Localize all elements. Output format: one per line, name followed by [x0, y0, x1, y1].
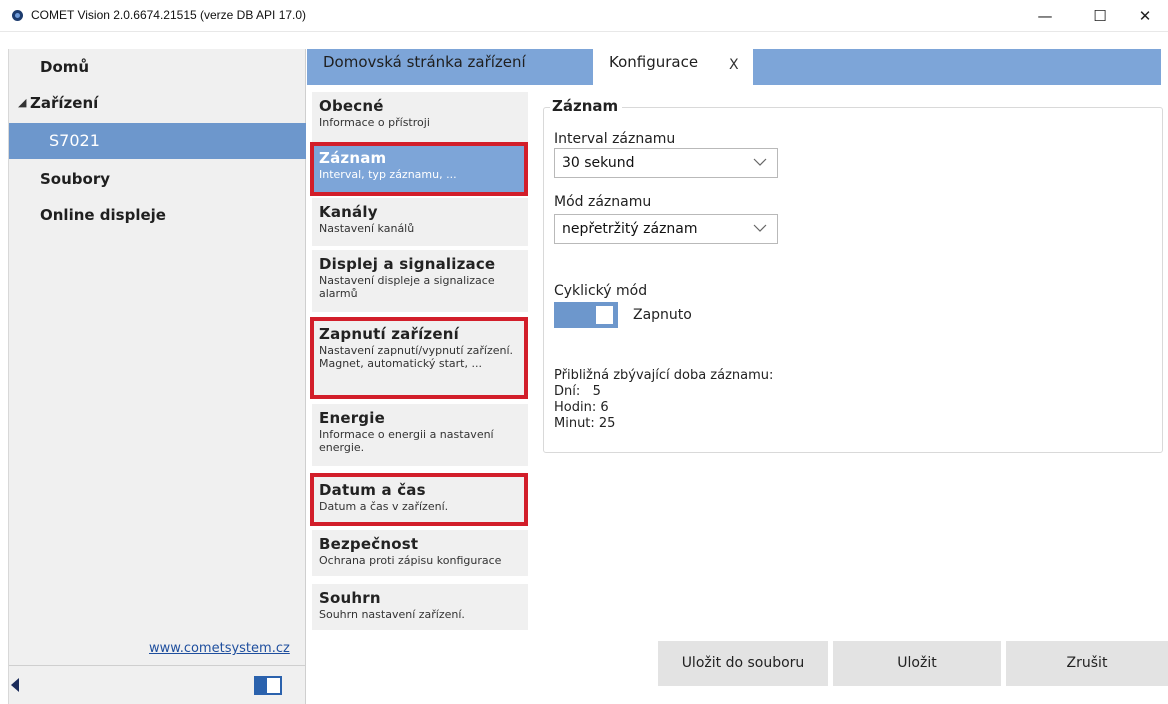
section-title: Displej a signalizace	[319, 255, 496, 273]
save-to-file-button[interactable]: Uložit do souboru	[658, 641, 828, 686]
website-link[interactable]: www.cometsystem.cz	[149, 641, 290, 656]
section-description: Nastavení displeje a signalizace alarmů	[319, 274, 495, 300]
panel-legend: Záznam	[550, 97, 623, 115]
sidebar-footer	[9, 665, 306, 704]
section-description: Datum a čas v zařízení.	[319, 500, 449, 513]
section-title: Energie	[319, 409, 385, 427]
minimize-button[interactable]: —	[1022, 0, 1068, 32]
cyclic-mode-label: Cyklický mód	[554, 283, 648, 299]
section-title: Souhrn	[319, 589, 381, 607]
section-description: Ochrana proti zápisu konfigurace	[319, 554, 502, 567]
cyclic-mode-toggle[interactable]	[554, 302, 618, 328]
collapse-left-icon[interactable]	[11, 678, 19, 692]
section-general[interactable]: Obecné Informace o přístroji	[312, 92, 528, 142]
section-title: Kanály	[319, 203, 378, 221]
save-button[interactable]: Uložit	[833, 641, 1001, 686]
chevron-down-icon	[753, 224, 767, 232]
remaining-hours: Hodin: 6	[554, 400, 609, 415]
sidebar-item-label: S7021	[49, 131, 100, 150]
section-description: Informace o energii a nastavení energie.	[319, 428, 494, 454]
toggle-state-label: Zapnuto	[633, 307, 692, 323]
sidebar-item-devices[interactable]: ◢ Zařízení	[9, 85, 306, 121]
section-title: Bezpečnost	[319, 535, 419, 553]
section-device-power-on[interactable]: Zapnutí zařízení Nastavení zapnutí/vypnu…	[312, 320, 528, 396]
section-description: Nastavení zapnutí/vypnutí zařízení. Magn…	[319, 344, 514, 370]
section-record[interactable]: Záznam Interval, typ záznamu, ...	[312, 144, 528, 194]
sidebar-item-device-s7021[interactable]: S7021	[9, 123, 306, 159]
sidebar-item-label: Domů	[40, 58, 90, 76]
section-description: Souhrn nastavení zařízení.	[319, 608, 465, 621]
close-window-button[interactable]: ✕	[1122, 0, 1168, 32]
sidebar-item-label: Zařízení	[30, 94, 99, 112]
panel-layout-icon[interactable]	[254, 676, 282, 695]
sidebar-item-label: Soubory	[40, 170, 111, 188]
section-security[interactable]: Bezpečnost Ochrana proti zápisu konfigur…	[312, 530, 528, 576]
interval-select[interactable]: 30 sekund	[554, 148, 778, 178]
section-description: Interval, typ záznamu, ...	[319, 168, 457, 181]
sidebar-item-files[interactable]: Soubory	[9, 161, 306, 197]
remaining-days: Dní: 5	[554, 384, 601, 399]
section-title: Zapnutí zařízení	[319, 325, 459, 343]
remaining-minutes: Minut: 25	[554, 416, 616, 431]
expand-triangle-icon[interactable]: ◢	[18, 85, 26, 121]
section-title: Záznam	[319, 149, 387, 167]
tab-strip: Domovská stránka zařízení Konfigurace X	[307, 49, 1161, 85]
app-icon	[12, 10, 23, 21]
tab-configuration[interactable]: Konfigurace X	[593, 49, 753, 85]
sidebar: Domů ◢ Zařízení S7021 Soubory Online dis…	[8, 49, 306, 704]
sidebar-item-online-displays[interactable]: Online displeje	[9, 197, 306, 233]
mode-select[interactable]: nepřetržitý záznam	[554, 214, 778, 244]
section-description: Informace o přístroji	[319, 116, 430, 129]
toggle-knob	[596, 306, 613, 324]
sidebar-item-home[interactable]: Domů	[9, 49, 306, 85]
section-description: Nastavení kanálů	[319, 222, 415, 235]
section-energy[interactable]: Energie Informace o energii a nastavení …	[312, 404, 528, 466]
section-channels[interactable]: Kanály Nastavení kanálů	[312, 198, 528, 246]
title-bar: COMET Vision 2.0.6674.21515 (verze DB AP…	[0, 0, 1168, 32]
sidebar-item-label: Online displeje	[40, 206, 166, 224]
section-title: Obecné	[319, 97, 384, 115]
maximize-button[interactable]: ☐	[1077, 0, 1123, 32]
chevron-down-icon	[753, 158, 767, 166]
remaining-time-label: Přibližná zbývající doba záznamu:	[554, 368, 774, 383]
mode-value: nepřetržitý záznam	[562, 221, 698, 237]
section-date-time[interactable]: Datum a čas Datum a čas v zařízení.	[312, 476, 528, 522]
cancel-button[interactable]: Zrušit	[1006, 641, 1168, 686]
interval-value: 30 sekund	[562, 155, 635, 171]
window-title: COMET Vision 2.0.6674.21515 (verze DB AP…	[31, 8, 307, 22]
interval-label: Interval záznamu	[554, 131, 676, 147]
tab-device-home[interactable]: Domovská stránka zařízení	[307, 49, 579, 85]
section-summary[interactable]: Souhrn Souhrn nastavení zařízení.	[312, 584, 528, 630]
mode-label: Mód záznamu	[554, 194, 652, 210]
tab-close-button[interactable]: X	[729, 52, 739, 78]
section-title: Datum a čas	[319, 481, 426, 499]
section-display-signaling[interactable]: Displej a signalizace Nastavení displeje…	[312, 250, 528, 312]
tab-label: Konfigurace	[609, 53, 699, 71]
